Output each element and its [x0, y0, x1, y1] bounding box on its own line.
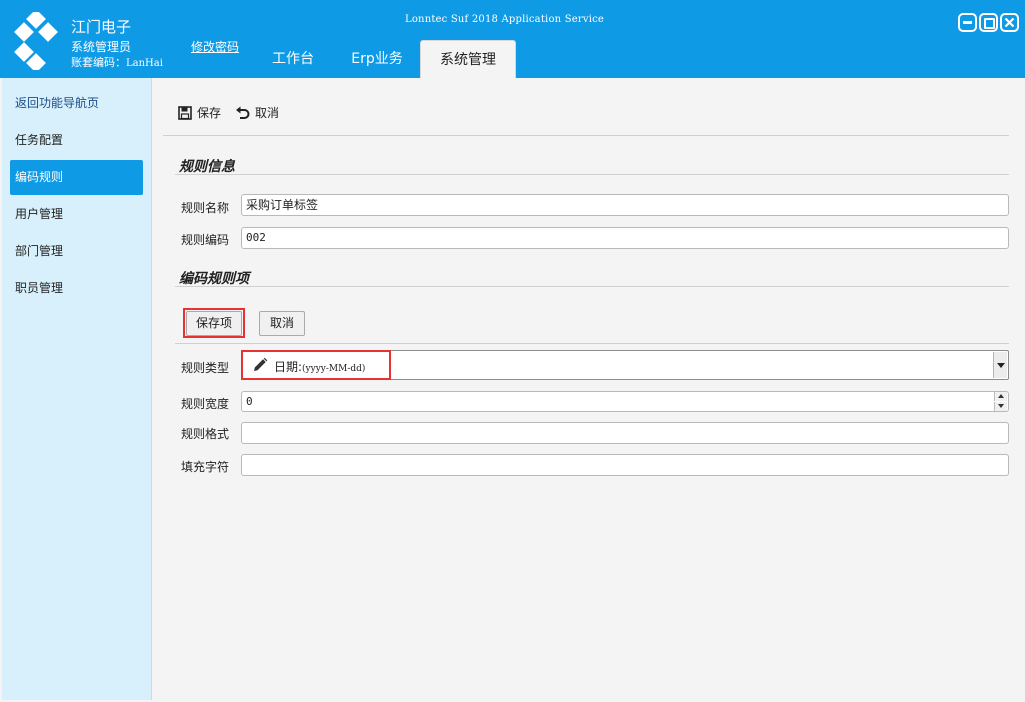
rule-name-input[interactable]: 采购订单标签 [241, 194, 1009, 216]
rule-width-label: 规则宽度 [181, 397, 230, 411]
tab-erp-business[interactable]: Erp业务 [340, 40, 414, 78]
sidebar-item-task-config[interactable]: 任务配置 [10, 123, 143, 158]
sidebar: 返回功能导航页 任务配置 编码规则 用户管理 部门管理 职员管理 [2, 78, 152, 700]
cancel-button[interactable]: 取消 [235, 104, 279, 121]
toolbar-divider [163, 135, 1009, 136]
rule-type-label: 规则类型 [181, 361, 230, 375]
maximize-icon[interactable] [979, 13, 998, 32]
rule-type-value: 日期:(yyyy-MM-dd) [274, 358, 365, 375]
sidebar-item-department-management[interactable]: 部门管理 [10, 234, 143, 269]
rule-width-stepper[interactable]: 0 [241, 391, 1009, 412]
cancel-label: 取消 [255, 106, 280, 120]
rule-name-label: 规则名称 [181, 201, 230, 215]
stepper-down-icon[interactable] [994, 402, 1007, 411]
rule-info-title: 规则信息 [179, 159, 235, 175]
rule-format-input[interactable] [241, 422, 1009, 444]
tab-system-management[interactable]: 系统管理 [420, 40, 516, 78]
tab-workbench[interactable]: 工作台 [260, 40, 326, 78]
app-logo [14, 12, 58, 70]
minimize-icon[interactable] [958, 13, 977, 32]
company-name: 江门电子 [71, 18, 132, 36]
fill-char-input[interactable] [241, 454, 1009, 476]
chevron-down-icon[interactable] [993, 352, 1007, 378]
pencil-icon [254, 357, 268, 371]
save-label: 保存 [197, 106, 222, 120]
save-item-button[interactable]: 保存项 [186, 311, 242, 336]
rule-items-divider [175, 286, 1009, 287]
rule-code-input[interactable]: 002 [241, 227, 1009, 249]
rule-type-format: (yyyy-MM-dd) [302, 364, 366, 374]
user-role: 系统管理员 [71, 40, 132, 54]
window-controls [958, 13, 1019, 32]
rule-items-button-divider [175, 343, 1009, 344]
toolbar: 保存 取消 [178, 104, 279, 121]
save-icon [178, 105, 192, 120]
account-info: 账套编码：LanHai [71, 54, 163, 70]
account-label: 账套编码： [71, 56, 126, 69]
fill-char-label: 填充字符 [181, 460, 230, 474]
app-header: 江门电子 系统管理员 账套编码：LanHai 修改密码 Lonntec Suf … [0, 0, 1025, 78]
rule-items-title: 编码规则项 [179, 271, 249, 287]
rule-type-select[interactable]: 日期:(yyyy-MM-dd) [241, 350, 1009, 380]
rule-type-prefix: 日期: [274, 360, 303, 374]
rule-width-value: 0 [246, 395, 253, 408]
rule-format-label: 规则格式 [181, 427, 230, 441]
sidebar-item-back-to-nav[interactable]: 返回功能导航页 [10, 86, 143, 121]
app-title: Lonntec Suf 2018 Application Service [405, 14, 605, 25]
sidebar-item-coding-rules[interactable]: 编码规则 [10, 160, 143, 195]
save-button[interactable]: 保存 [178, 104, 221, 121]
rule-code-label: 规则编码 [181, 233, 230, 247]
sidebar-item-user-management[interactable]: 用户管理 [10, 197, 143, 232]
account-code: LanHai [126, 58, 163, 69]
close-icon[interactable] [1000, 13, 1019, 32]
sidebar-item-staff-management[interactable]: 职员管理 [10, 271, 143, 306]
cancel-item-button[interactable]: 取消 [259, 311, 305, 336]
undo-icon [236, 106, 250, 119]
stepper-up-icon[interactable] [994, 392, 1007, 401]
change-password-link[interactable]: 修改密码 [191, 38, 239, 55]
rule-info-divider [175, 174, 1009, 175]
main-content: 保存 取消 规则信息 规则名称 采购订单标签 规则编码 002 编码规则项 保存… [153, 78, 1023, 700]
